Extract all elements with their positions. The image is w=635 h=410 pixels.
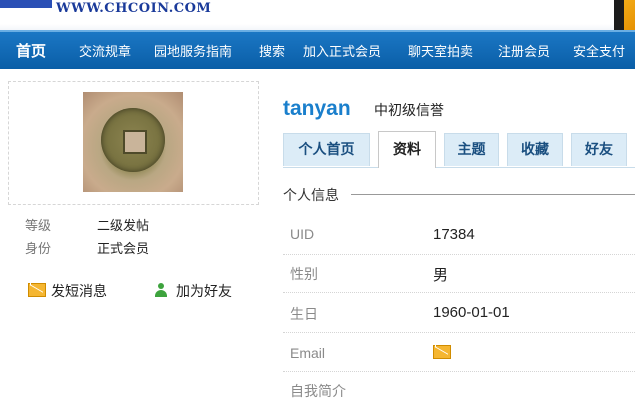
nav-item-search[interactable]: 搜索 xyxy=(259,41,285,60)
credit-level: 中初级信誉 xyxy=(374,103,444,119)
bio-label: 自我简介 xyxy=(290,383,346,399)
logo-graphic xyxy=(0,0,52,8)
user-avatar[interactable] xyxy=(83,92,183,192)
birthday-value: 1960-01-01 xyxy=(433,304,510,321)
level-value: 二级发帖 xyxy=(97,219,150,234)
add-friend-button[interactable]: 加为好友 xyxy=(154,281,232,301)
coin-avatar-icon xyxy=(101,108,165,172)
tab-favorites[interactable]: 收藏 xyxy=(507,133,563,166)
nav-item-rules[interactable]: 交流规章 xyxy=(79,41,131,60)
field-row-uid: UID 17384 xyxy=(283,216,635,255)
section-divider xyxy=(351,194,635,195)
nav-item-payment[interactable]: 安全支付 xyxy=(573,41,625,60)
birthday-label: 生日 xyxy=(290,306,318,322)
site-logo[interactable]: WWW.CHCOIN.COM xyxy=(0,0,211,24)
uid-value: 17384 xyxy=(433,226,475,243)
send-message-button[interactable]: 发短消息 xyxy=(28,281,107,301)
nav-item-auction[interactable]: 聊天室拍卖 xyxy=(408,41,473,60)
field-row-bio: 自我简介 xyxy=(283,371,635,409)
tab-home[interactable]: 个人首页 xyxy=(283,133,370,166)
uid-label: UID xyxy=(290,226,315,242)
coin-hole xyxy=(123,130,147,154)
tab-friends[interactable]: 好友 xyxy=(571,133,627,166)
avatar-container xyxy=(8,81,259,205)
mail-icon xyxy=(28,283,46,297)
role-value: 正式会员 xyxy=(97,242,150,257)
nav-item-register[interactable]: 注册会员 xyxy=(498,41,550,60)
send-message-label: 发短消息 xyxy=(51,284,107,300)
nav-item-guide[interactable]: 园地服务指南 xyxy=(154,41,232,60)
field-row-email: Email xyxy=(283,333,635,372)
tabs-divider xyxy=(283,167,635,168)
mail-icon xyxy=(433,345,451,359)
section-title: 个人信息 xyxy=(283,188,339,204)
role-label: 身份 xyxy=(25,242,52,257)
level-label: 等级 xyxy=(25,219,52,234)
logo-url-text: WWW.CHCOIN.COM xyxy=(56,1,212,16)
add-friend-label: 加为好友 xyxy=(176,284,232,300)
username[interactable]: tanyan xyxy=(283,97,351,121)
gender-value: 男 xyxy=(433,267,449,284)
email-label: Email xyxy=(290,345,326,361)
field-row-gender: 性别 男 xyxy=(283,254,635,293)
user-add-icon xyxy=(154,283,168,297)
nav-item-home[interactable]: 首页 xyxy=(16,40,46,61)
field-row-birthday: 生日 1960-01-01 xyxy=(283,294,635,333)
main-nav: 首页 交流规章 园地服务指南 搜索 加入正式会员 聊天室拍卖 注册会员 安全支付 xyxy=(0,30,635,69)
tab-profile[interactable]: 资料 xyxy=(378,131,436,168)
email-link[interactable] xyxy=(433,343,456,362)
nav-item-join[interactable]: 加入正式会员 xyxy=(303,41,381,60)
tab-threads[interactable]: 主题 xyxy=(444,133,499,166)
gender-label: 性别 xyxy=(290,266,318,282)
